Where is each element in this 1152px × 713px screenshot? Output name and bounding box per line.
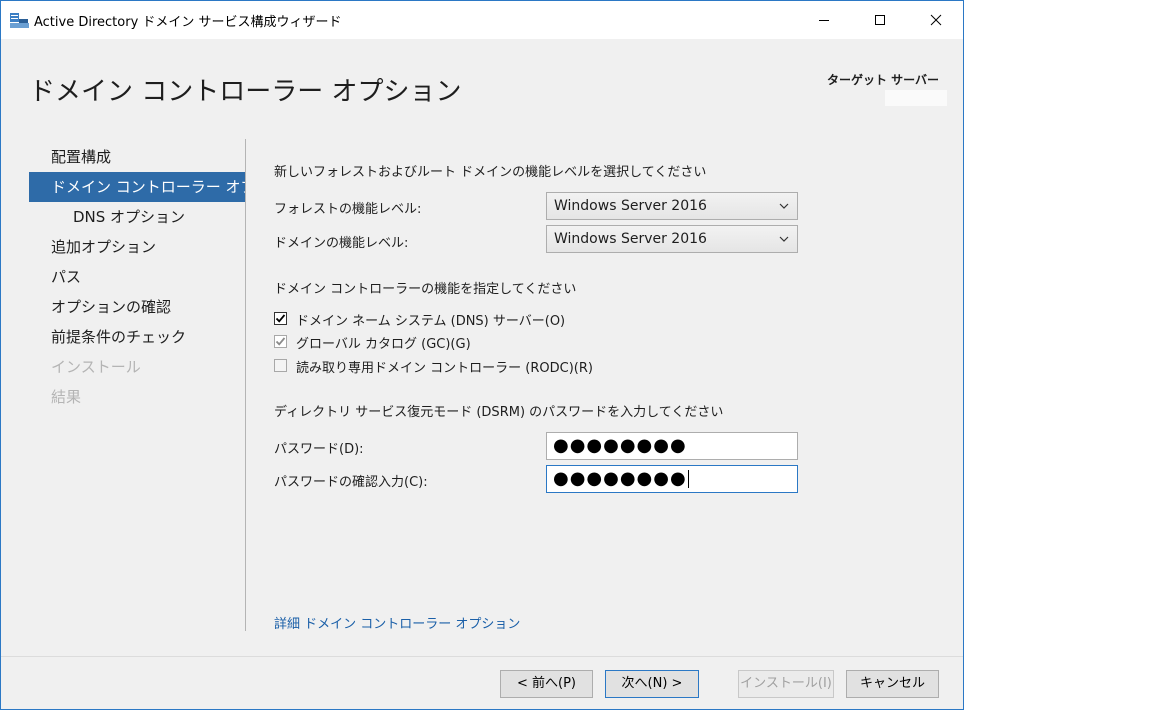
target-server-value [885,90,947,106]
dns-server-label[interactable]: ドメイン ネーム システム (DNS) サーバー(O) [296,310,565,329]
nav-item-install: インストール [51,358,141,376]
close-icon [930,14,942,26]
forest-level-value: Windows Server 2016 [554,198,707,214]
maximize-icon [875,15,885,25]
dns-server-checkbox[interactable] [274,312,287,325]
dc-caps-heading: ドメイン コントローラーの機能を指定してください [274,282,577,297]
close-button[interactable] [913,1,959,39]
nav-item-additional-options[interactable]: 追加オプション [29,232,245,262]
page-title: ドメイン コントローラー オプション [29,77,462,107]
nav-item-paths[interactable]: パス [29,262,245,292]
global-catalog-label: グローバル カタログ (GC)(G) [296,337,471,352]
confirm-password-label: パスワードの確認入力(C): [274,475,428,490]
minimize-button[interactable] [801,1,847,39]
nav-item-results: 結果 [51,388,82,406]
forest-level-select[interactable]: Windows Server 2016 [546,192,798,220]
minimize-icon [819,20,829,21]
domain-level-label: ドメインの機能レベル: [274,236,409,251]
server-manager-icon [10,13,29,28]
password-label: パスワード(D): [274,442,364,457]
wizard-window: Active Directory ドメイン サービス構成ウィザード ドメイン コ… [0,0,964,710]
global-catalog-checkbox [274,335,287,348]
text-caret [687,470,689,488]
nav-divider [245,139,246,631]
confirm-password-input[interactable]: ●●●●●●●● [546,465,798,493]
check-icon [275,337,286,346]
nav-item-dc-options[interactable]: ドメイン コントローラー オプシ... [29,172,245,202]
password-value: ●●●●●●●● [553,435,687,456]
nav-item-dns-options[interactable]: DNS オプション [29,202,245,232]
cancel-button[interactable]: キャンセル [846,670,939,698]
rodc-label: 読み取り専用ドメイン コントローラー (RODC)(R) [296,361,593,376]
dsrm-heading: ディレクトリ サービス復元モード (DSRM) のパスワードを入力してください [274,405,724,420]
target-server-label: ターゲット サーバー [826,73,939,87]
prev-button[interactable]: < 前へ(P) [500,670,593,698]
func-level-heading: 新しいフォレストおよびルート ドメインの機能レベルを選択してください [274,165,707,180]
chevron-down-icon [779,226,791,252]
domain-level-value: Windows Server 2016 [554,231,707,247]
title-bar[interactable]: Active Directory ドメイン サービス構成ウィザード [1,1,963,39]
footer-divider [1,656,963,657]
window-title: Active Directory ドメイン サービス構成ウィザード [34,15,342,30]
nav-item-prereq[interactable]: 前提条件のチェック [29,322,245,352]
nav-item-review[interactable]: オプションの確認 [29,292,245,322]
password-input[interactable]: ●●●●●●●● [546,432,798,460]
confirm-password-value: ●●●●●●●● [553,468,687,489]
more-dc-options-link[interactable]: 詳細 ドメイン コントローラー オプション [274,613,520,632]
nav-item-deployment[interactable]: 配置構成 [29,142,245,172]
forest-level-label: フォレストの機能レベル: [274,202,422,217]
domain-level-select[interactable]: Windows Server 2016 [546,225,798,253]
chevron-down-icon [779,193,791,219]
wizard-nav: 配置構成 ドメイン コントローラー オプシ... DNS オプション 追加オプシ… [29,142,245,412]
install-button: インストール(I) [738,670,834,698]
check-icon [275,314,286,323]
next-button[interactable]: 次へ(N) > [605,670,699,698]
maximize-button[interactable] [857,1,903,39]
rodc-checkbox [274,359,287,372]
